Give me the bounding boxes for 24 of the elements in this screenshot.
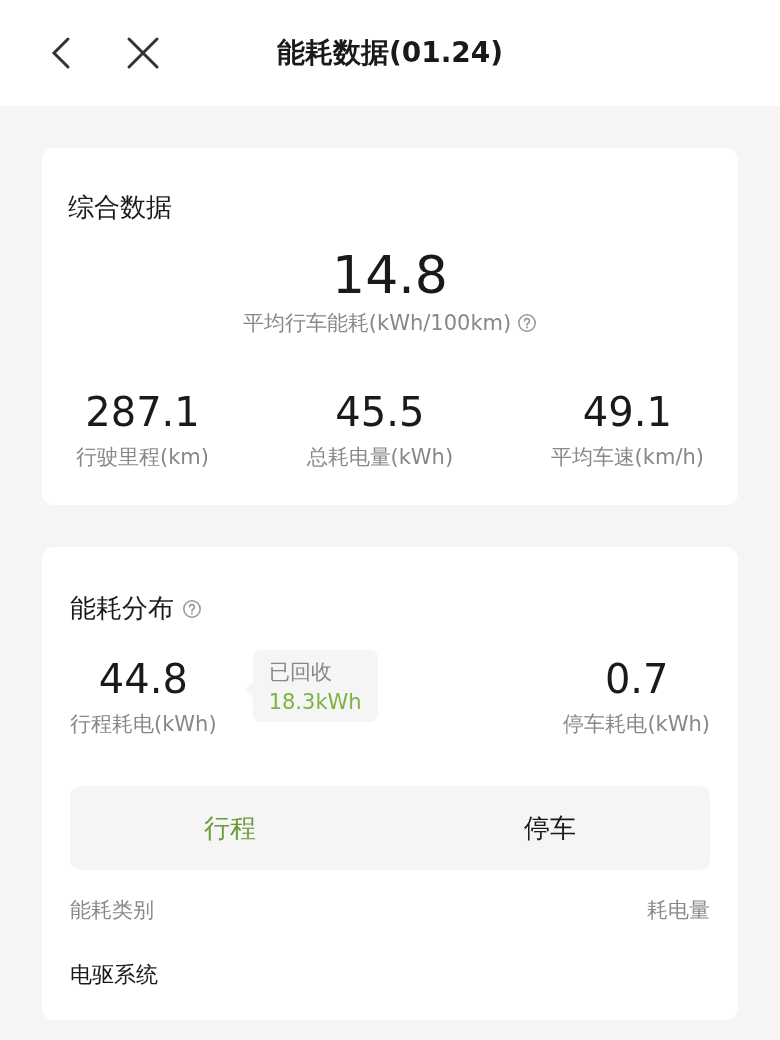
stat-value: 287.1 xyxy=(85,389,200,435)
tooltip-value: 18.3kWh xyxy=(268,690,362,714)
help-icon[interactable] xyxy=(517,313,538,333)
stat-label: 平均车速(km/h) xyxy=(550,444,704,471)
stat-value: 45.5 xyxy=(335,389,425,435)
category-cell: 电驱系统 xyxy=(70,962,158,987)
stat-value: 0.7 xyxy=(604,656,669,702)
stat-label: 行驶里程(km) xyxy=(76,444,209,471)
tab[interactable]: 停车 xyxy=(390,786,710,870)
stat-label: 行程耗电(kWh) xyxy=(70,711,217,738)
section-title: 能耗分布 xyxy=(70,592,174,625)
average-consumption-label: 平均行车能耗(kWh/100km) xyxy=(242,310,512,337)
stat-value: 49.1 xyxy=(582,389,672,435)
stat-label: 总耗电量(kWh) xyxy=(306,444,454,471)
average-consumption-value: 14.8 xyxy=(332,245,448,305)
page-title: 能耗数据(01.24) xyxy=(276,35,504,71)
section-title: 综合数据 xyxy=(68,191,172,224)
help-icon[interactable] xyxy=(182,598,202,619)
stat-label: 停车耗电(kWh) xyxy=(563,711,710,738)
stat-value: 44.8 xyxy=(98,656,188,702)
column-header: 耗电量 xyxy=(647,897,710,924)
column-header: 能耗类别 xyxy=(70,897,154,924)
close-icon[interactable] xyxy=(126,36,160,70)
tooltip-label: 已回收 xyxy=(268,659,333,686)
